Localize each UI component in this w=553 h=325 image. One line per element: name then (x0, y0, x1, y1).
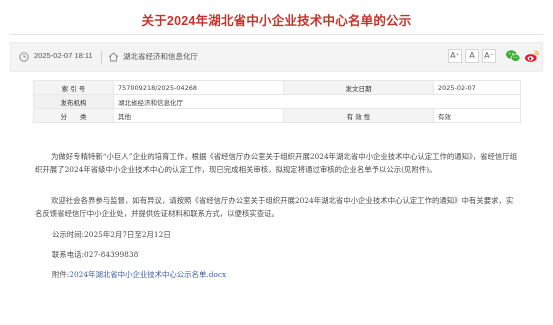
font-reset-button[interactable]: A (465, 49, 479, 63)
pubdate-value: 2025-02-07 (433, 80, 521, 95)
attachment-label: 附件: (52, 270, 70, 279)
body-paragraph-2: 欢迎社会各界参与监督，如有异议，请按照《省经信厅办公室关于组织开展2024年湖北… (35, 196, 514, 218)
index-value: 757009218/2025-04268 (113, 80, 284, 95)
table-row: 索 引 号 757009218/2025-04268 发文日期 2025-02-… (33, 80, 521, 95)
index-label: 索 引 号 (33, 80, 114, 95)
pubdate-label: 发文日期 (283, 80, 434, 95)
issuer-label: 发布机构 (33, 94, 114, 109)
validity-value: 有效 (433, 108, 521, 123)
validity-label: 有 效 性 (283, 108, 434, 123)
contact-phone: 联系电话:027-84399838 (52, 250, 139, 259)
info-bar: 2025-02-07 18:11 湖北省经济和信息化厅 A⁺ A A⁻ (10, 42, 543, 72)
issuer-value: 湖北省经济和信息化厅 (113, 94, 521, 109)
table-row: 分 类 其他 有 效 性 有效 (33, 108, 521, 123)
weibo-icon[interactable] (524, 48, 540, 64)
publish-datetime: 2025-02-07 18:11 (34, 51, 93, 60)
page-title: 关于2024年湖北省中小企业技术中心名单的公示 (141, 14, 412, 28)
wechat-icon[interactable] (505, 48, 521, 64)
divider (101, 51, 102, 64)
table-row: 发布机构 湖北省经济和信息化厅 (33, 94, 521, 109)
title-divider (10, 34, 543, 35)
publicity-period: 公示时间:2025年2月7日至2月12日 (52, 230, 171, 239)
clock-icon (19, 52, 29, 62)
font-increase-button[interactable]: A⁺ (448, 49, 462, 63)
body-paragraph-1: 为做好专精特新“小巨人”企业的培育工作，根据《省经信厅办公室关于组织开展2024… (35, 152, 518, 174)
metadata-table: 索 引 号 757009218/2025-04268 发文日期 2025-02-… (33, 80, 521, 123)
source-label: 湖北省经济和信息化厅 (123, 52, 198, 61)
attachment-link[interactable]: 2024年湖北省中小企业技术中心公示名单.docx (69, 270, 226, 279)
home-icon (108, 52, 119, 62)
category-label: 分 类 (33, 108, 114, 123)
attachment-line: 附件:2024年湖北省中小企业技术中心公示名单.docx (52, 269, 226, 280)
font-decrease-button[interactable]: A⁻ (482, 49, 496, 63)
category-value: 其他 (113, 108, 284, 123)
